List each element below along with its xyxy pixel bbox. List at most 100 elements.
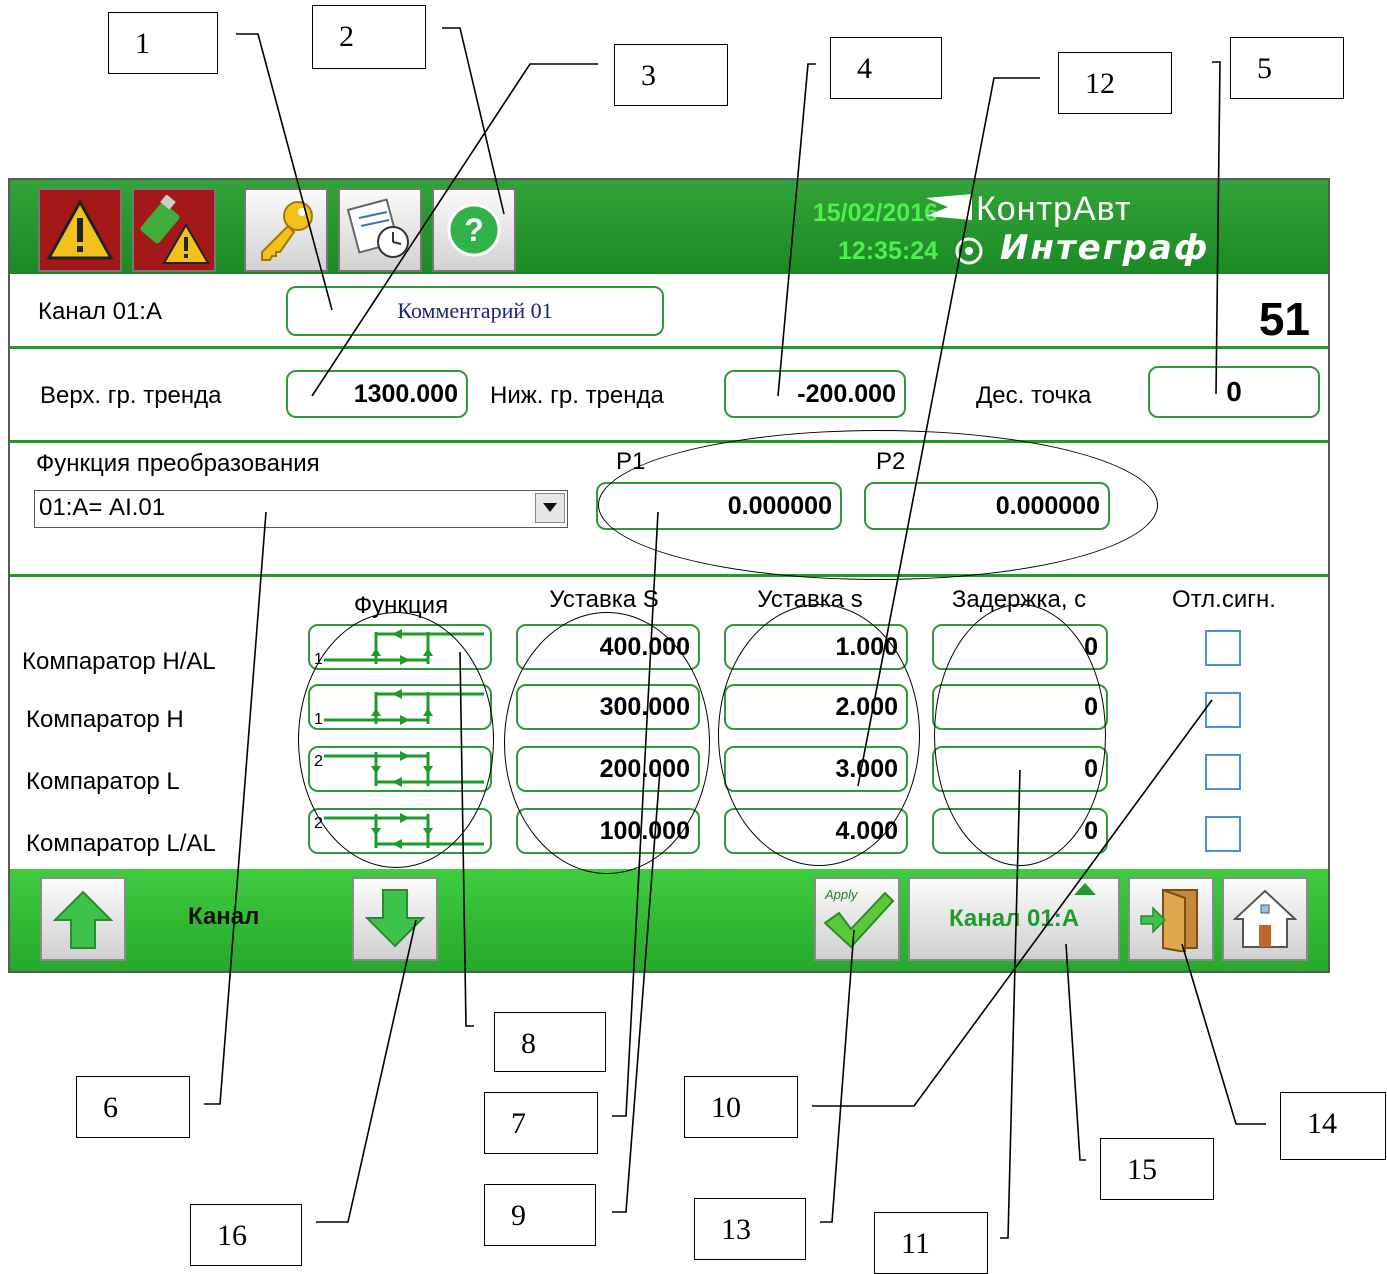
hysteresis-low-icon: 2 [314,813,484,849]
channel-label: Канал 01:А [38,298,162,325]
top-toolbar: ? 15/02/2016 12:35:24 КонтрАвт Интеграф [10,180,1328,274]
conversion-function-select[interactable]: 01:А= AI.01 [34,490,568,528]
exit-door-icon [1140,888,1198,952]
help-button[interactable]: ? [432,188,516,272]
hysteresis-high-icon: 1 [314,629,484,668]
callout-6: 6 [76,1076,190,1138]
exit-button[interactable] [1128,877,1214,961]
date-text: 15/02/2016 [812,199,938,227]
usb-warning-icon [140,195,210,264]
col-header-alarm-off: Отл.сигн. [1172,586,1276,613]
callout-12: 12 [1058,52,1172,114]
hysteresis-low-icon: 2 [314,751,484,787]
comment-text: Комментарий 01 [397,298,553,323]
upper-trend-label: Верх. гр. тренда [40,382,222,409]
callout-1: 1 [108,12,218,74]
callout-5: 5 [1230,37,1344,99]
arrow-down-icon [365,889,425,948]
alarm-off-checkbox[interactable] [1205,692,1241,728]
callout-15: 15 [1100,1138,1214,1200]
p2-input[interactable]: 0.000000 [864,482,1110,530]
comparator-row-label: Компаратор H/AL [22,648,216,675]
schedule-button[interactable] [338,188,422,272]
p1-input[interactable]: 0.000000 [596,482,842,530]
channel-select-button[interactable]: Канал 01:А [908,877,1120,961]
alarm-off-checkbox[interactable] [1205,754,1241,790]
setpoint-s-input[interactable]: 1.000 [724,624,908,670]
comparator-row-label: Компаратор L/AL [26,830,216,857]
channel-select-label: Канал 01:А [948,905,1080,932]
delay-input[interactable]: 0 [932,808,1108,854]
access-key-button[interactable] [244,188,328,272]
alarm-button[interactable] [38,188,122,272]
comparator-function-button[interactable]: 1 [308,624,492,670]
chevron-down-icon[interactable] [535,493,565,523]
apply-label: Apply [824,887,859,902]
decimal-point-input[interactable]: 0 [1148,366,1320,418]
datetime-display: 15/02/2016 12:35:24 [758,194,938,270]
usb-alarm-button[interactable] [132,188,216,272]
callout-7: 7 [484,1092,598,1154]
alarm-warning-icon [46,198,114,260]
time-text: 12:35:24 [837,237,938,265]
p2-label: P2 [876,448,906,475]
delay-input[interactable]: 0 [932,684,1108,730]
prev-channel-button[interactable] [40,877,126,961]
comparator-row-label: Компаратор H [26,706,184,733]
comparator-function-button[interactable]: 1 [308,684,492,730]
comparator-function-button[interactable]: 2 [308,746,492,792]
callout-2: 2 [312,5,426,69]
col-header-setpoint-s: Уставка s [757,586,863,613]
callout-14: 14 [1280,1092,1386,1160]
apply-button[interactable]: Apply [814,877,900,961]
conversion-function-label: Функция преобразования [36,450,320,477]
comparator-row-label: Компаратор L [26,768,180,795]
arrow-up-icon [53,890,113,949]
col-header-setpoint-S: Уставка S [549,586,659,613]
delay-input[interactable]: 0 [932,624,1108,670]
decimal-point-label: Дес. точка [976,382,1092,409]
comment-field[interactable]: Комментарий 01 [286,286,664,336]
brand-logo-icon [926,194,972,220]
brand-name: КонтрАвт [976,190,1132,228]
setpoint-s-input[interactable]: 2.000 [724,684,908,730]
function-number: 1 [314,711,323,728]
callout-3: 3 [614,44,728,106]
setpoint-S-input[interactable]: 100.000 [516,808,700,854]
alarm-off-checkbox[interactable] [1205,816,1241,852]
divider [10,346,1328,349]
apply-check-icon: Apply [823,887,895,949]
bottom-toolbar: Канал Apply Канал 01:А [10,869,1328,971]
upper-trend-input[interactable]: 1300.000 [286,370,468,418]
callout-10: 10 [684,1076,798,1138]
brand-product: Интеграф [1000,228,1210,268]
lower-trend-input[interactable]: -200.000 [724,370,906,418]
setpoint-s-input[interactable]: 3.000 [724,746,908,792]
channel-number: 51 [1258,293,1310,345]
p1-label: P1 [616,448,646,475]
channel-nav-label: Канал [188,903,260,930]
alarm-off-checkbox[interactable] [1205,630,1241,666]
callout-13: 13 [694,1198,806,1260]
setpoint-S-input[interactable]: 400.000 [516,624,700,670]
function-number: 2 [314,815,323,832]
triangle-up-icon [1074,883,1096,895]
callout-11: 11 [874,1212,988,1274]
lower-trend-label: Ниж. гр. тренда [490,382,664,409]
setpoint-S-input[interactable]: 200.000 [516,746,700,792]
callout-9: 9 [484,1184,596,1246]
divider [10,440,1328,443]
setpoint-S-input[interactable]: 300.000 [516,684,700,730]
channel-settings-panel: ? 15/02/2016 12:35:24 КонтрАвт Интеграф … [8,178,1330,973]
callout-4: 4 [830,37,942,99]
help-icon: ? [447,203,501,257]
setpoint-s-input[interactable]: 4.000 [724,808,908,854]
comparator-function-button[interactable]: 2 [308,808,492,854]
calendar-clock-icon [347,198,409,258]
brand-emblem-icon [955,237,983,265]
delay-input[interactable]: 0 [932,746,1108,792]
next-channel-button[interactable] [352,877,438,961]
divider [10,574,1328,577]
callout-16: 16 [190,1204,302,1266]
home-button[interactable] [1222,877,1308,961]
